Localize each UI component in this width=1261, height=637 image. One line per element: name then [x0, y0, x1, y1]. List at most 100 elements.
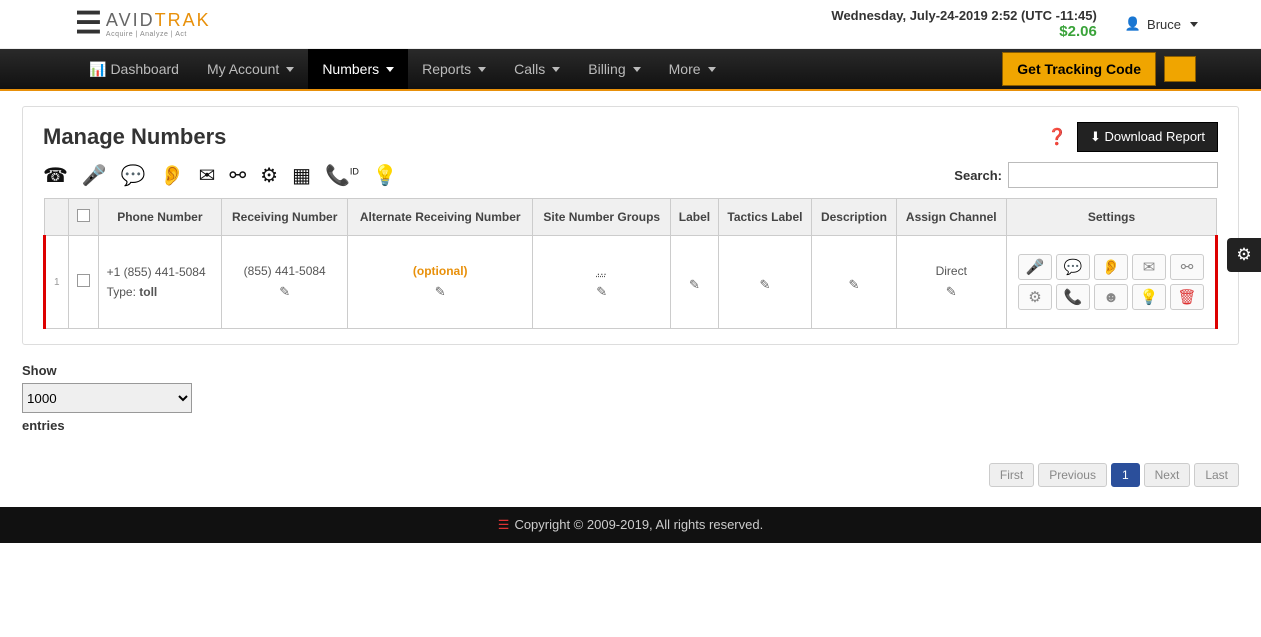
- row-index: 1: [45, 236, 69, 329]
- user-icon: 👤: [1125, 16, 1141, 32]
- download-report-button[interactable]: ⬇ Download Report: [1077, 122, 1218, 152]
- bulb-icon[interactable]: 💡: [373, 163, 398, 188]
- gear-icon[interactable]: ⚙: [260, 163, 278, 188]
- entries-select[interactable]: 1000: [22, 383, 192, 413]
- robot-icon[interactable]: ☻: [1094, 284, 1128, 310]
- row-checkbox-cell: [68, 236, 98, 329]
- phone-icon[interactable]: ☎: [43, 163, 68, 188]
- nav-billing[interactable]: Billing: [574, 49, 654, 89]
- grid-icon[interactable]: ▦: [292, 163, 311, 188]
- user-name: Bruce: [1147, 17, 1181, 32]
- bars-icon: ☰: [498, 517, 510, 532]
- logo-tagline: Acquire | Analyze | Act: [106, 31, 211, 38]
- nav-numbers[interactable]: Numbers: [308, 49, 408, 89]
- checkbox-all[interactable]: [77, 209, 90, 222]
- content-panel: Manage Numbers ❓ ⬇ Download Report ☎ 🎤 💬…: [22, 106, 1239, 345]
- datetime-block: Wednesday, July-24-2019 2:52 (UTC -11:45…: [831, 8, 1096, 40]
- col-groups[interactable]: Site Number Groups: [533, 199, 671, 236]
- pager-prev[interactable]: Previous: [1038, 463, 1107, 487]
- search-input[interactable]: [1008, 162, 1218, 188]
- chevron-down-icon: [386, 67, 394, 72]
- show-label: Show: [22, 363, 1239, 378]
- user-menu[interactable]: 👤 Bruce: [1117, 11, 1206, 37]
- col-settings: Settings: [1007, 199, 1217, 236]
- caller-id-icon[interactable]: 📞ID: [325, 163, 359, 188]
- col-channel[interactable]: Assign Channel: [896, 199, 1006, 236]
- cell-groups: ... ✎: [533, 236, 671, 329]
- gear-icon[interactable]: ⚙: [1018, 284, 1052, 310]
- voicemail-icon[interactable]: ⚯: [229, 163, 246, 188]
- pager-first[interactable]: First: [989, 463, 1034, 487]
- pager: First Previous 1 Next Last: [0, 463, 1261, 507]
- chat-icon[interactable]: 💬: [1056, 254, 1090, 280]
- edit-icon[interactable]: ✎: [727, 277, 804, 293]
- numbers-table: Phone Number Receiving Number Alternate …: [43, 198, 1218, 329]
- mic-icon[interactable]: 🎤: [82, 163, 107, 188]
- caller-id-icon[interactable]: 📞: [1056, 284, 1090, 310]
- dashboard-icon: 📊: [89, 61, 106, 78]
- datetime: Wednesday, July-24-2019 2:52 (UTC -11:45…: [831, 8, 1096, 23]
- get-tracking-code-button[interactable]: Get Tracking Code: [1002, 52, 1156, 86]
- logo-text: AVIDTRAK: [106, 10, 211, 31]
- row-checkbox[interactable]: [77, 274, 90, 287]
- chevron-down-icon: [478, 67, 486, 72]
- help-icon[interactable]: ❓: [1047, 127, 1067, 147]
- edit-icon[interactable]: ✎: [679, 277, 709, 293]
- nav-more[interactable]: More: [655, 49, 730, 89]
- col-phone[interactable]: Phone Number: [98, 199, 222, 236]
- pager-last[interactable]: Last: [1194, 463, 1239, 487]
- cell-channel: Direct ✎: [896, 236, 1006, 329]
- cell-label: ✎: [671, 236, 718, 329]
- chat-icon[interactable]: 💬: [121, 163, 146, 188]
- cell-settings: 🎤 💬 👂 ✉ ⚯ ⚙ 📞 ☻ 💡 🗑: [1007, 236, 1217, 329]
- col-receiving[interactable]: Receiving Number: [222, 199, 348, 236]
- entries-label: entries: [22, 418, 1239, 433]
- pager-page-1[interactable]: 1: [1111, 463, 1140, 487]
- chevron-down-icon: [286, 67, 294, 72]
- edit-icon[interactable]: ✎: [820, 277, 887, 293]
- edit-icon[interactable]: ✎: [230, 284, 339, 300]
- nav-reports[interactable]: Reports: [408, 49, 500, 89]
- col-tactics[interactable]: Tactics Label: [718, 199, 812, 236]
- table-row: 1 +1 (855) 441-5084 Type: toll (855) 441…: [45, 236, 1217, 329]
- edit-icon[interactable]: ✎: [356, 284, 524, 300]
- logo-mark: ☰: [75, 9, 102, 39]
- chevron-down-icon: [552, 67, 560, 72]
- topbar: ☰ AVIDTRAK Acquire | Analyze | Act Wedne…: [0, 0, 1261, 49]
- navbar: 📊 Dashboard My Account Numbers Reports C…: [0, 49, 1261, 91]
- mic-icon[interactable]: 🎤: [1018, 254, 1052, 280]
- cell-tactics: ✎: [718, 236, 812, 329]
- cell-receiving: (855) 441-5084 ✎: [222, 236, 348, 329]
- nav-dashboard[interactable]: 📊 Dashboard: [75, 49, 193, 89]
- pager-next[interactable]: Next: [1144, 463, 1191, 487]
- logo[interactable]: ☰ AVIDTRAK Acquire | Analyze | Act: [75, 9, 211, 39]
- chevron-down-icon: [1190, 22, 1198, 27]
- col-index: [45, 199, 69, 236]
- col-checkbox[interactable]: [68, 199, 98, 236]
- col-description[interactable]: Description: [812, 199, 896, 236]
- mail-icon[interactable]: ✉: [1132, 254, 1166, 280]
- col-alternate[interactable]: Alternate Receiving Number: [348, 199, 533, 236]
- col-label[interactable]: Label: [671, 199, 718, 236]
- voicemail-icon[interactable]: ⚯: [1170, 254, 1204, 280]
- ear-icon[interactable]: 👂: [1094, 254, 1128, 280]
- chevron-down-icon: [708, 67, 716, 72]
- edit-icon[interactable]: ✎: [905, 284, 998, 300]
- phone-value: +1 (855) 441-5084: [107, 265, 214, 279]
- ear-icon[interactable]: 👂: [160, 163, 185, 188]
- cell-phone: +1 (855) 441-5084 Type: toll: [98, 236, 222, 329]
- cell-description: ✎: [812, 236, 896, 329]
- mail-icon[interactable]: ✉: [199, 163, 216, 188]
- nav-my-account[interactable]: My Account: [193, 49, 308, 89]
- folder-icon[interactable]: [1164, 56, 1196, 82]
- delete-icon[interactable]: 🗑: [1170, 284, 1204, 310]
- chevron-down-icon: [633, 67, 641, 72]
- cell-alternate: (optional) ✎: [348, 236, 533, 329]
- bulb-icon[interactable]: 💡: [1132, 284, 1166, 310]
- search-label: Search:: [954, 168, 1002, 183]
- nav-calls[interactable]: Calls: [500, 49, 574, 89]
- edit-icon[interactable]: ✎: [541, 284, 662, 300]
- footer: ☰Copyright © 2009-2019, All rights reser…: [0, 507, 1261, 543]
- balance: $2.06: [831, 23, 1096, 40]
- settings-flyout-button[interactable]: ⚙: [1227, 238, 1261, 272]
